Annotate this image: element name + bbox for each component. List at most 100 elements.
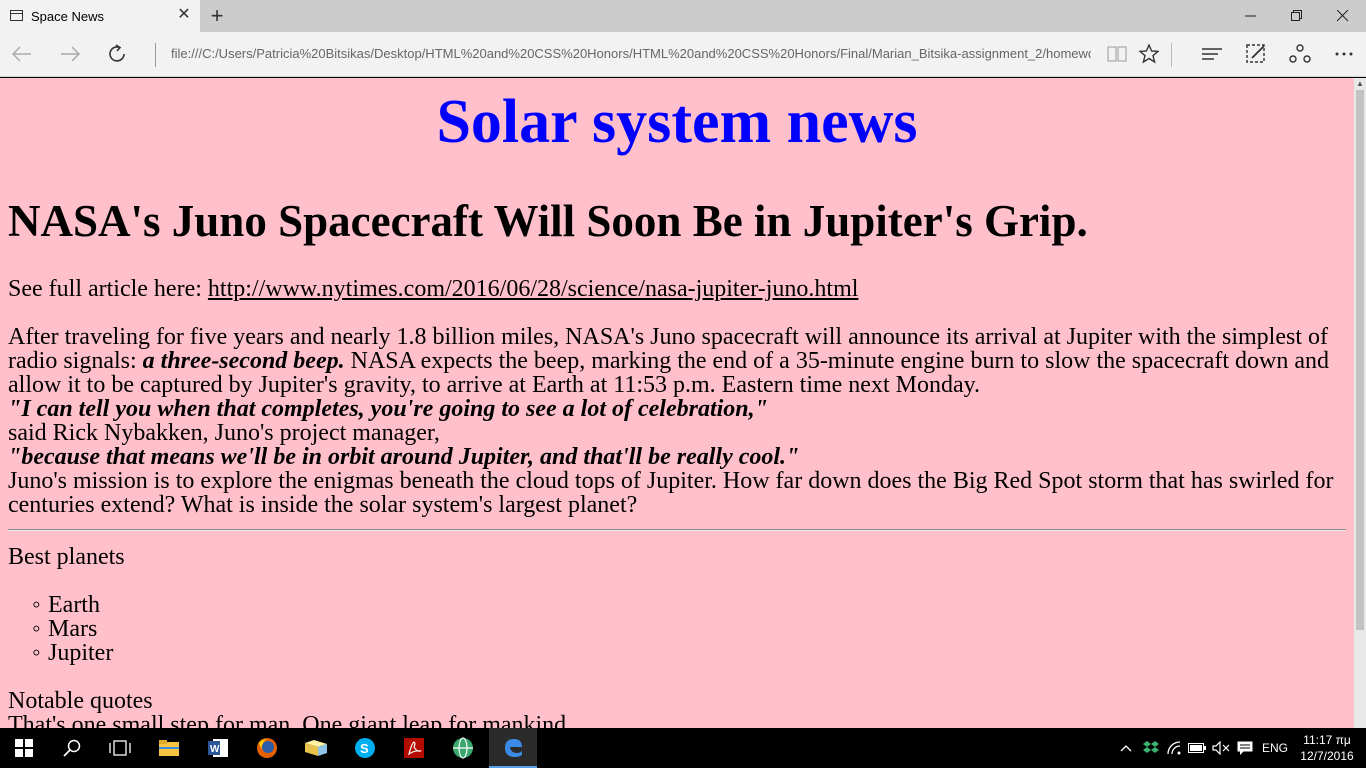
restore-icon (1291, 10, 1302, 21)
notable-quote: That's one small step for man. One giant… (8, 712, 573, 728)
forward-arrow-icon (61, 46, 80, 62)
task-view-icon (109, 740, 131, 756)
quote-text: "I can tell you when that completes, you… (8, 396, 768, 422)
planets-list: Earth Mars Jupiter (8, 593, 1346, 665)
wifi-icon (1167, 741, 1181, 755)
svg-text:W: W (210, 744, 220, 755)
wifi-tray-icon[interactable] (1164, 728, 1186, 768)
back-button[interactable] (6, 38, 38, 70)
article-paragraph: After traveling for five years and nearl… (8, 325, 1346, 397)
more-button[interactable] (1328, 38, 1360, 70)
volume-tray-icon[interactable] (1210, 728, 1232, 768)
site-title: Solar system news (436, 88, 918, 156)
link-prefix: See full article here: (8, 276, 208, 302)
action-center-icon[interactable] (1234, 728, 1256, 768)
forward-button[interactable] (54, 38, 86, 70)
tab-close-icon[interactable]: ✕ (176, 7, 192, 23)
file-explorer-button[interactable] (145, 728, 193, 768)
files-button[interactable] (292, 728, 340, 768)
reading-view-button[interactable] (1101, 38, 1133, 70)
page-viewport: Solar system news NASA's Juno Spacecraft… (0, 78, 1354, 728)
minimize-icon (1245, 15, 1256, 17)
web-note-icon (1246, 44, 1265, 63)
firefox-button[interactable] (243, 728, 291, 768)
address-separator (155, 43, 156, 67)
notification-icon (1237, 741, 1253, 755)
firefox-icon (257, 738, 277, 758)
article-link-line: See full article here: http://www.nytime… (8, 277, 1346, 301)
address-bar[interactable]: file:///C:/Users/Patricia%20Bitsikas/Des… (171, 46, 1091, 64)
list-item: Earth (32, 593, 1346, 617)
dropbox-icon (1143, 741, 1159, 753)
hub-icon (1202, 48, 1222, 60)
globe-app-button[interactable] (439, 728, 487, 768)
folder-icon (159, 740, 179, 756)
horizontal-rule (8, 529, 1346, 531)
volume-muted-icon (1212, 741, 1230, 755)
article-link[interactable]: http://www.nytimes.com/2016/06/28/scienc… (208, 276, 859, 302)
edge-button[interactable] (489, 728, 537, 768)
tab-bar: Space News ✕ + (0, 0, 1366, 32)
clock-date: 12/7/2016 (1300, 749, 1354, 763)
back-arrow-icon (12, 46, 31, 62)
system-clock[interactable]: 11:17 πμ 12/7/2016 (1296, 732, 1358, 764)
svg-text:S: S (360, 741, 369, 756)
article-headline: NASA's Juno Spacecraft Will Soon Be in J… (8, 196, 1088, 246)
more-icon (1335, 52, 1353, 56)
reading-view-icon (1107, 46, 1127, 62)
new-tab-button[interactable]: + (206, 4, 228, 28)
acrobat-button[interactable] (390, 728, 438, 768)
battery-icon (1188, 743, 1206, 753)
attribution-line: said Rick Nybakken, Juno's project manag… (8, 420, 440, 446)
restore-button[interactable] (1274, 0, 1320, 32)
share-button[interactable] (1284, 38, 1316, 70)
search-icon (63, 739, 81, 757)
toolbar-separator (1171, 43, 1172, 67)
refresh-button[interactable] (102, 38, 134, 70)
scroll-up-icon[interactable]: ▲ (1354, 78, 1366, 90)
start-button[interactable] (0, 728, 48, 768)
skype-button[interactable]: S (341, 728, 389, 768)
word-icon: W (208, 739, 228, 757)
list-item: Jupiter (32, 641, 1346, 665)
dropbox-tray-icon[interactable] (1140, 728, 1162, 768)
quotes-heading: Notable quotes (8, 688, 153, 714)
quote-line-2: "because that means we'll be in orbit ar… (8, 445, 1346, 469)
tab-title: Space News (31, 9, 104, 24)
planets-heading: Best planets (8, 544, 125, 570)
close-icon (1337, 10, 1349, 22)
folder-icon (305, 740, 327, 756)
emphasis-text: a three-second beep. (142, 348, 345, 374)
favorite-button[interactable] (1133, 38, 1165, 70)
taskbar: W S ENG 11:17 πμ 12/7/2016 (0, 728, 1366, 768)
hub-button[interactable] (1196, 38, 1228, 70)
web-note-button[interactable] (1240, 38, 1272, 70)
search-button[interactable] (48, 728, 96, 768)
mission-paragraph: Juno's mission is to explore the enigmas… (8, 468, 1334, 518)
navigation-bar: file:///C:/Users/Patricia%20Bitsikas/Des… (0, 32, 1366, 77)
minimize-button[interactable] (1228, 0, 1274, 32)
quote-text-2: "because that means we'll be in orbit ar… (8, 444, 800, 470)
refresh-icon (109, 44, 125, 62)
globe-icon (453, 737, 473, 759)
close-window-button[interactable] (1320, 0, 1366, 32)
page-content: Solar system news NASA's Juno Spacecraft… (0, 84, 1354, 728)
share-icon (1289, 44, 1311, 63)
tab-space-news[interactable]: Space News ✕ (0, 0, 200, 32)
skype-icon: S (355, 738, 375, 758)
windows-icon (15, 739, 33, 757)
word-button[interactable]: W (194, 728, 242, 768)
page-icon (10, 10, 23, 21)
acrobat-icon (404, 738, 424, 758)
show-hidden-icons[interactable] (1116, 728, 1136, 768)
battery-tray-icon[interactable] (1186, 728, 1208, 768)
edge-icon (505, 739, 522, 757)
clock-time: 11:17 πμ (1303, 733, 1351, 747)
chevron-up-icon (1120, 745, 1132, 752)
task-view-button[interactable] (96, 728, 144, 768)
scrollbar-thumb[interactable] (1356, 90, 1364, 630)
list-item: Mars (32, 617, 1346, 641)
language-indicator[interactable]: ENG (1258, 728, 1292, 768)
quote-line: "I can tell you when that completes, you… (8, 397, 1346, 421)
star-icon (1139, 44, 1159, 64)
